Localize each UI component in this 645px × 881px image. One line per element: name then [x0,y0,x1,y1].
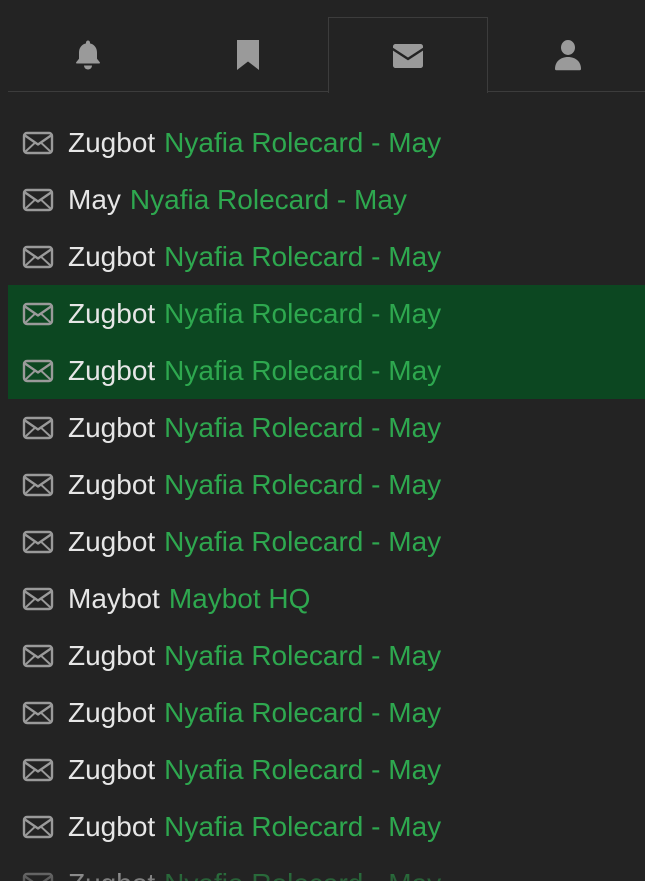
message-sender[interactable]: Zugbot [68,811,155,843]
message-row[interactable]: Zugbot Nyafia Rolecard - May [8,513,645,570]
envelope-outline-icon [22,302,54,326]
envelope-outline-icon [22,131,54,155]
message-row[interactable]: Zugbot Nyafia Rolecard - May [8,342,645,399]
bookmark-icon [237,40,259,70]
tab-bar [8,0,645,93]
message-subject[interactable]: Maybot HQ [169,583,311,615]
envelope-outline-icon [22,815,54,839]
tab-bookmarks[interactable] [168,17,328,93]
envelope-icon [393,43,423,68]
message-subject[interactable]: Nyafia Rolecard - May [164,127,441,159]
envelope-outline-icon [22,245,54,269]
message-sender[interactable]: May [68,184,121,216]
message-sender[interactable]: Zugbot [68,754,155,786]
envelope-outline-icon [22,587,54,611]
tab-profile[interactable] [488,17,645,93]
envelope-outline-icon [22,416,54,440]
message-row[interactable]: Maybot Maybot HQ [8,570,645,627]
user-icon [555,40,581,71]
message-subject[interactable]: Nyafia Rolecard - May [164,526,441,558]
bell-icon [76,40,100,70]
envelope-outline-icon [22,701,54,725]
message-subject[interactable]: Nyafia Rolecard - May [164,754,441,786]
message-subject[interactable]: Nyafia Rolecard - May [164,412,441,444]
tab-notifications[interactable] [8,17,168,93]
envelope-outline-icon [22,188,54,212]
message-row[interactable]: Zugbot Nyafia Rolecard - May [8,285,645,342]
message-sender[interactable]: Zugbot [68,355,155,387]
messages-panel: Zugbot Nyafia Rolecard - May May Nyafia Rol… [0,0,645,881]
envelope-outline-icon [22,359,54,383]
message-row[interactable]: Zugbot Nyafia Rolecard - May [8,399,645,456]
message-row[interactable]: Zugbot Nyafia Rolecard - May [8,228,645,285]
message-subject[interactable]: Nyafia Rolecard - May [164,241,441,273]
message-subject[interactable]: Nyafia Rolecard - May [164,469,441,501]
envelope-outline-icon [22,473,54,497]
message-row[interactable]: Zugbot Nyafia Rolecard - May [8,741,645,798]
message-row[interactable]: Zugbot Nyafia Rolecard - May [8,627,645,684]
message-row[interactable]: May Nyafia Rolecard - May [8,171,645,228]
message-subject[interactable]: Nyafia Rolecard - May [164,868,441,881]
message-row[interactable]: Zugbot Nyafia Rolecard - May [8,456,645,513]
message-list: Zugbot Nyafia Rolecard - May May Nyafia Rol… [8,114,645,881]
message-subject[interactable]: Nyafia Rolecard - May [164,355,441,387]
message-subject[interactable]: Nyafia Rolecard - May [164,640,441,672]
message-sender[interactable]: Zugbot [68,868,155,881]
message-subject[interactable]: Nyafia Rolecard - May [164,697,441,729]
envelope-outline-icon [22,530,54,554]
envelope-outline-icon [22,872,54,881]
envelope-outline-icon [22,758,54,782]
message-row[interactable]: Zugbot Nyafia Rolecard - May [8,684,645,741]
message-sender[interactable]: Zugbot [68,298,155,330]
message-sender[interactable]: Zugbot [68,697,155,729]
message-subject[interactable]: Nyafia Rolecard - May [164,298,441,330]
message-sender[interactable]: Zugbot [68,469,155,501]
tab-messages[interactable] [328,17,488,93]
message-subject[interactable]: Nyafia Rolecard - May [164,811,441,843]
message-sender[interactable]: Zugbot [68,127,155,159]
message-sender[interactable]: Zugbot [68,526,155,558]
envelope-outline-icon [22,644,54,668]
message-row[interactable]: Zugbot Nyafia Rolecard - May [8,798,645,855]
message-sender[interactable]: Zugbot [68,640,155,672]
message-sender[interactable]: Zugbot [68,241,155,273]
message-row[interactable]: Zugbot Nyafia Rolecard - May [8,855,645,881]
message-sender[interactable]: Zugbot [68,412,155,444]
message-sender[interactable]: Maybot [68,583,160,615]
message-row[interactable]: Zugbot Nyafia Rolecard - May [8,114,645,171]
message-subject[interactable]: Nyafia Rolecard - May [130,184,407,216]
